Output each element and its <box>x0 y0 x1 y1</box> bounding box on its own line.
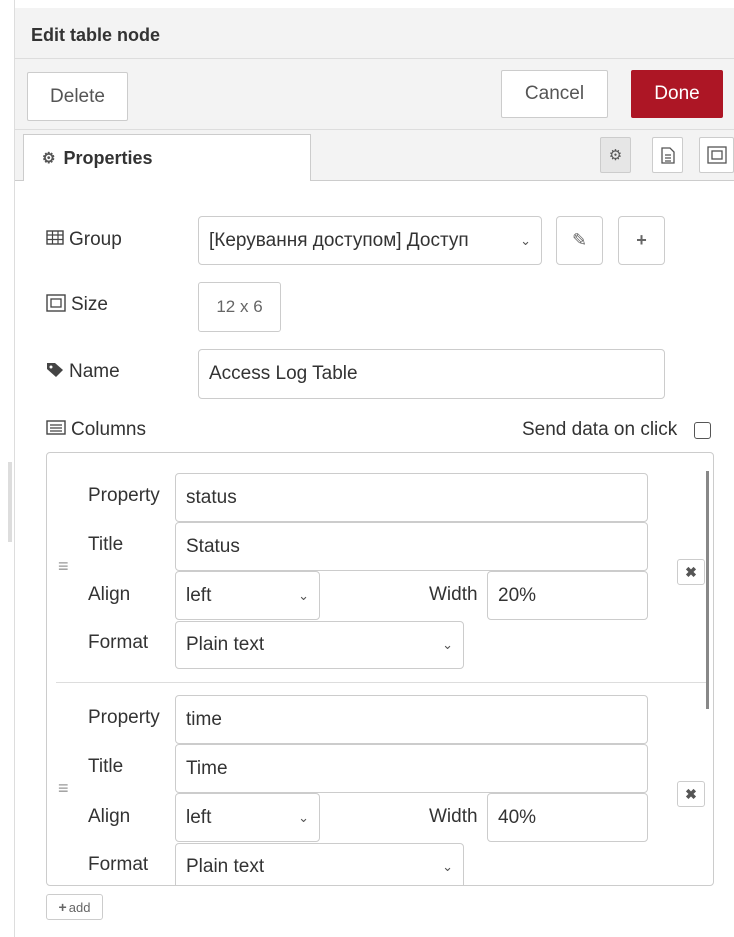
plus-icon: + <box>58 899 67 915</box>
size-frame-icon <box>46 293 66 317</box>
chevron-down-icon: ⌄ <box>442 637 453 652</box>
align-value: left <box>186 584 212 606</box>
resize-handle[interactable] <box>8 462 12 542</box>
tab-bar: ⚙ Properties ⚙ <box>15 130 734 181</box>
align-label: Align <box>88 584 131 605</box>
tab-properties[interactable]: ⚙ Properties <box>23 134 311 181</box>
title-value: Time <box>186 757 228 779</box>
send-data-checkbox[interactable] <box>694 422 711 439</box>
columns-label-text: Columns <box>71 419 146 440</box>
editor-toolbar: Delete Cancel Done <box>15 59 734 130</box>
send-data-label: Send data on click <box>522 419 678 440</box>
group-select-value: [Керування доступом] Доступ <box>209 229 469 251</box>
plus-icon: + <box>636 230 647 250</box>
format-select[interactable]: Plain text ⌄ <box>175 843 464 885</box>
close-icon: ✖ <box>685 563 697 580</box>
add-label: add <box>68 899 91 915</box>
width-value: 40% <box>498 806 537 828</box>
format-value: Plain text <box>186 634 265 655</box>
columns-label: Columns <box>46 418 146 442</box>
size-button[interactable]: 12 x 6 <box>198 282 281 332</box>
title-input[interactable]: Status <box>175 522 648 571</box>
chevron-down-icon: ⌄ <box>298 809 309 825</box>
size-label-text: Size <box>71 294 108 315</box>
pencil-icon: ✎ <box>571 230 588 250</box>
edit-group-button[interactable]: ✎ <box>556 216 603 265</box>
tab-properties-label: Properties <box>63 147 153 168</box>
chevron-down-icon: ⌄ <box>298 587 309 603</box>
format-label: Format <box>88 632 149 653</box>
add-column-button[interactable]: + add <box>46 894 103 920</box>
title-value: Status <box>186 535 240 557</box>
name-input[interactable]: Access Log Table <box>198 349 665 399</box>
remove-column-button[interactable]: ✖ <box>677 559 705 585</box>
width-input[interactable]: 20% <box>487 571 648 620</box>
name-label-text: Name <box>69 361 120 382</box>
list-icon <box>46 420 66 440</box>
title-input[interactable]: Time <box>175 744 648 793</box>
property-input[interactable]: status <box>175 473 648 522</box>
table-grid-icon <box>46 230 64 250</box>
property-label: Property <box>88 707 160 728</box>
title-label: Title <box>88 534 124 555</box>
property-value: time <box>186 708 222 730</box>
group-label: Group <box>46 228 122 252</box>
gear-icon: ⚙ <box>42 150 56 167</box>
gear-icon[interactable]: ⚙ <box>600 137 631 173</box>
property-label: Property <box>88 485 160 506</box>
cancel-button[interactable]: Cancel <box>501 70 608 118</box>
chevron-down-icon: ⌄ <box>442 859 453 874</box>
document-icon[interactable] <box>652 137 683 173</box>
drag-handle-icon[interactable]: ≡ <box>58 778 69 799</box>
done-button[interactable]: Done <box>631 70 723 118</box>
delete-button[interactable]: Delete <box>27 72 128 121</box>
title-label: Title <box>88 756 124 777</box>
name-input-value: Access Log Table <box>209 363 358 384</box>
row-divider <box>56 682 706 683</box>
align-label: Align <box>88 806 131 827</box>
format-select[interactable]: Plain text ⌄ <box>175 621 464 669</box>
add-group-button[interactable]: + <box>618 216 665 265</box>
layout-frame-icon[interactable] <box>699 137 734 173</box>
group-label-text: Group <box>69 229 122 250</box>
editor-header: Edit table node <box>15 8 734 59</box>
remove-column-button[interactable]: ✖ <box>677 781 705 807</box>
width-label: Width <box>429 806 478 827</box>
format-label: Format <box>88 854 149 875</box>
drag-handle-icon[interactable]: ≡ <box>58 556 69 577</box>
width-input[interactable]: 40% <box>487 793 648 842</box>
chevron-down-icon: ⌄ <box>520 232 531 248</box>
format-value: Plain text <box>186 856 265 877</box>
columns-list: ≡ Property status Title Status Align lef… <box>46 452 714 886</box>
property-value: status <box>186 486 237 508</box>
align-value: left <box>186 806 212 828</box>
group-select[interactable]: [Керування доступом] Доступ ⌄ <box>198 216 542 265</box>
scrollbar[interactable] <box>706 471 709 709</box>
width-label: Width <box>429 584 478 605</box>
align-select[interactable]: left ⌄ <box>175 793 320 842</box>
align-select[interactable]: left ⌄ <box>175 571 320 620</box>
tag-icon <box>46 362 64 383</box>
name-label: Name <box>46 360 120 384</box>
size-label: Size <box>46 293 108 317</box>
width-value: 20% <box>498 584 537 606</box>
editor-title: Edit table node <box>31 25 161 45</box>
property-input[interactable]: time <box>175 695 648 744</box>
close-icon: ✖ <box>685 785 697 802</box>
